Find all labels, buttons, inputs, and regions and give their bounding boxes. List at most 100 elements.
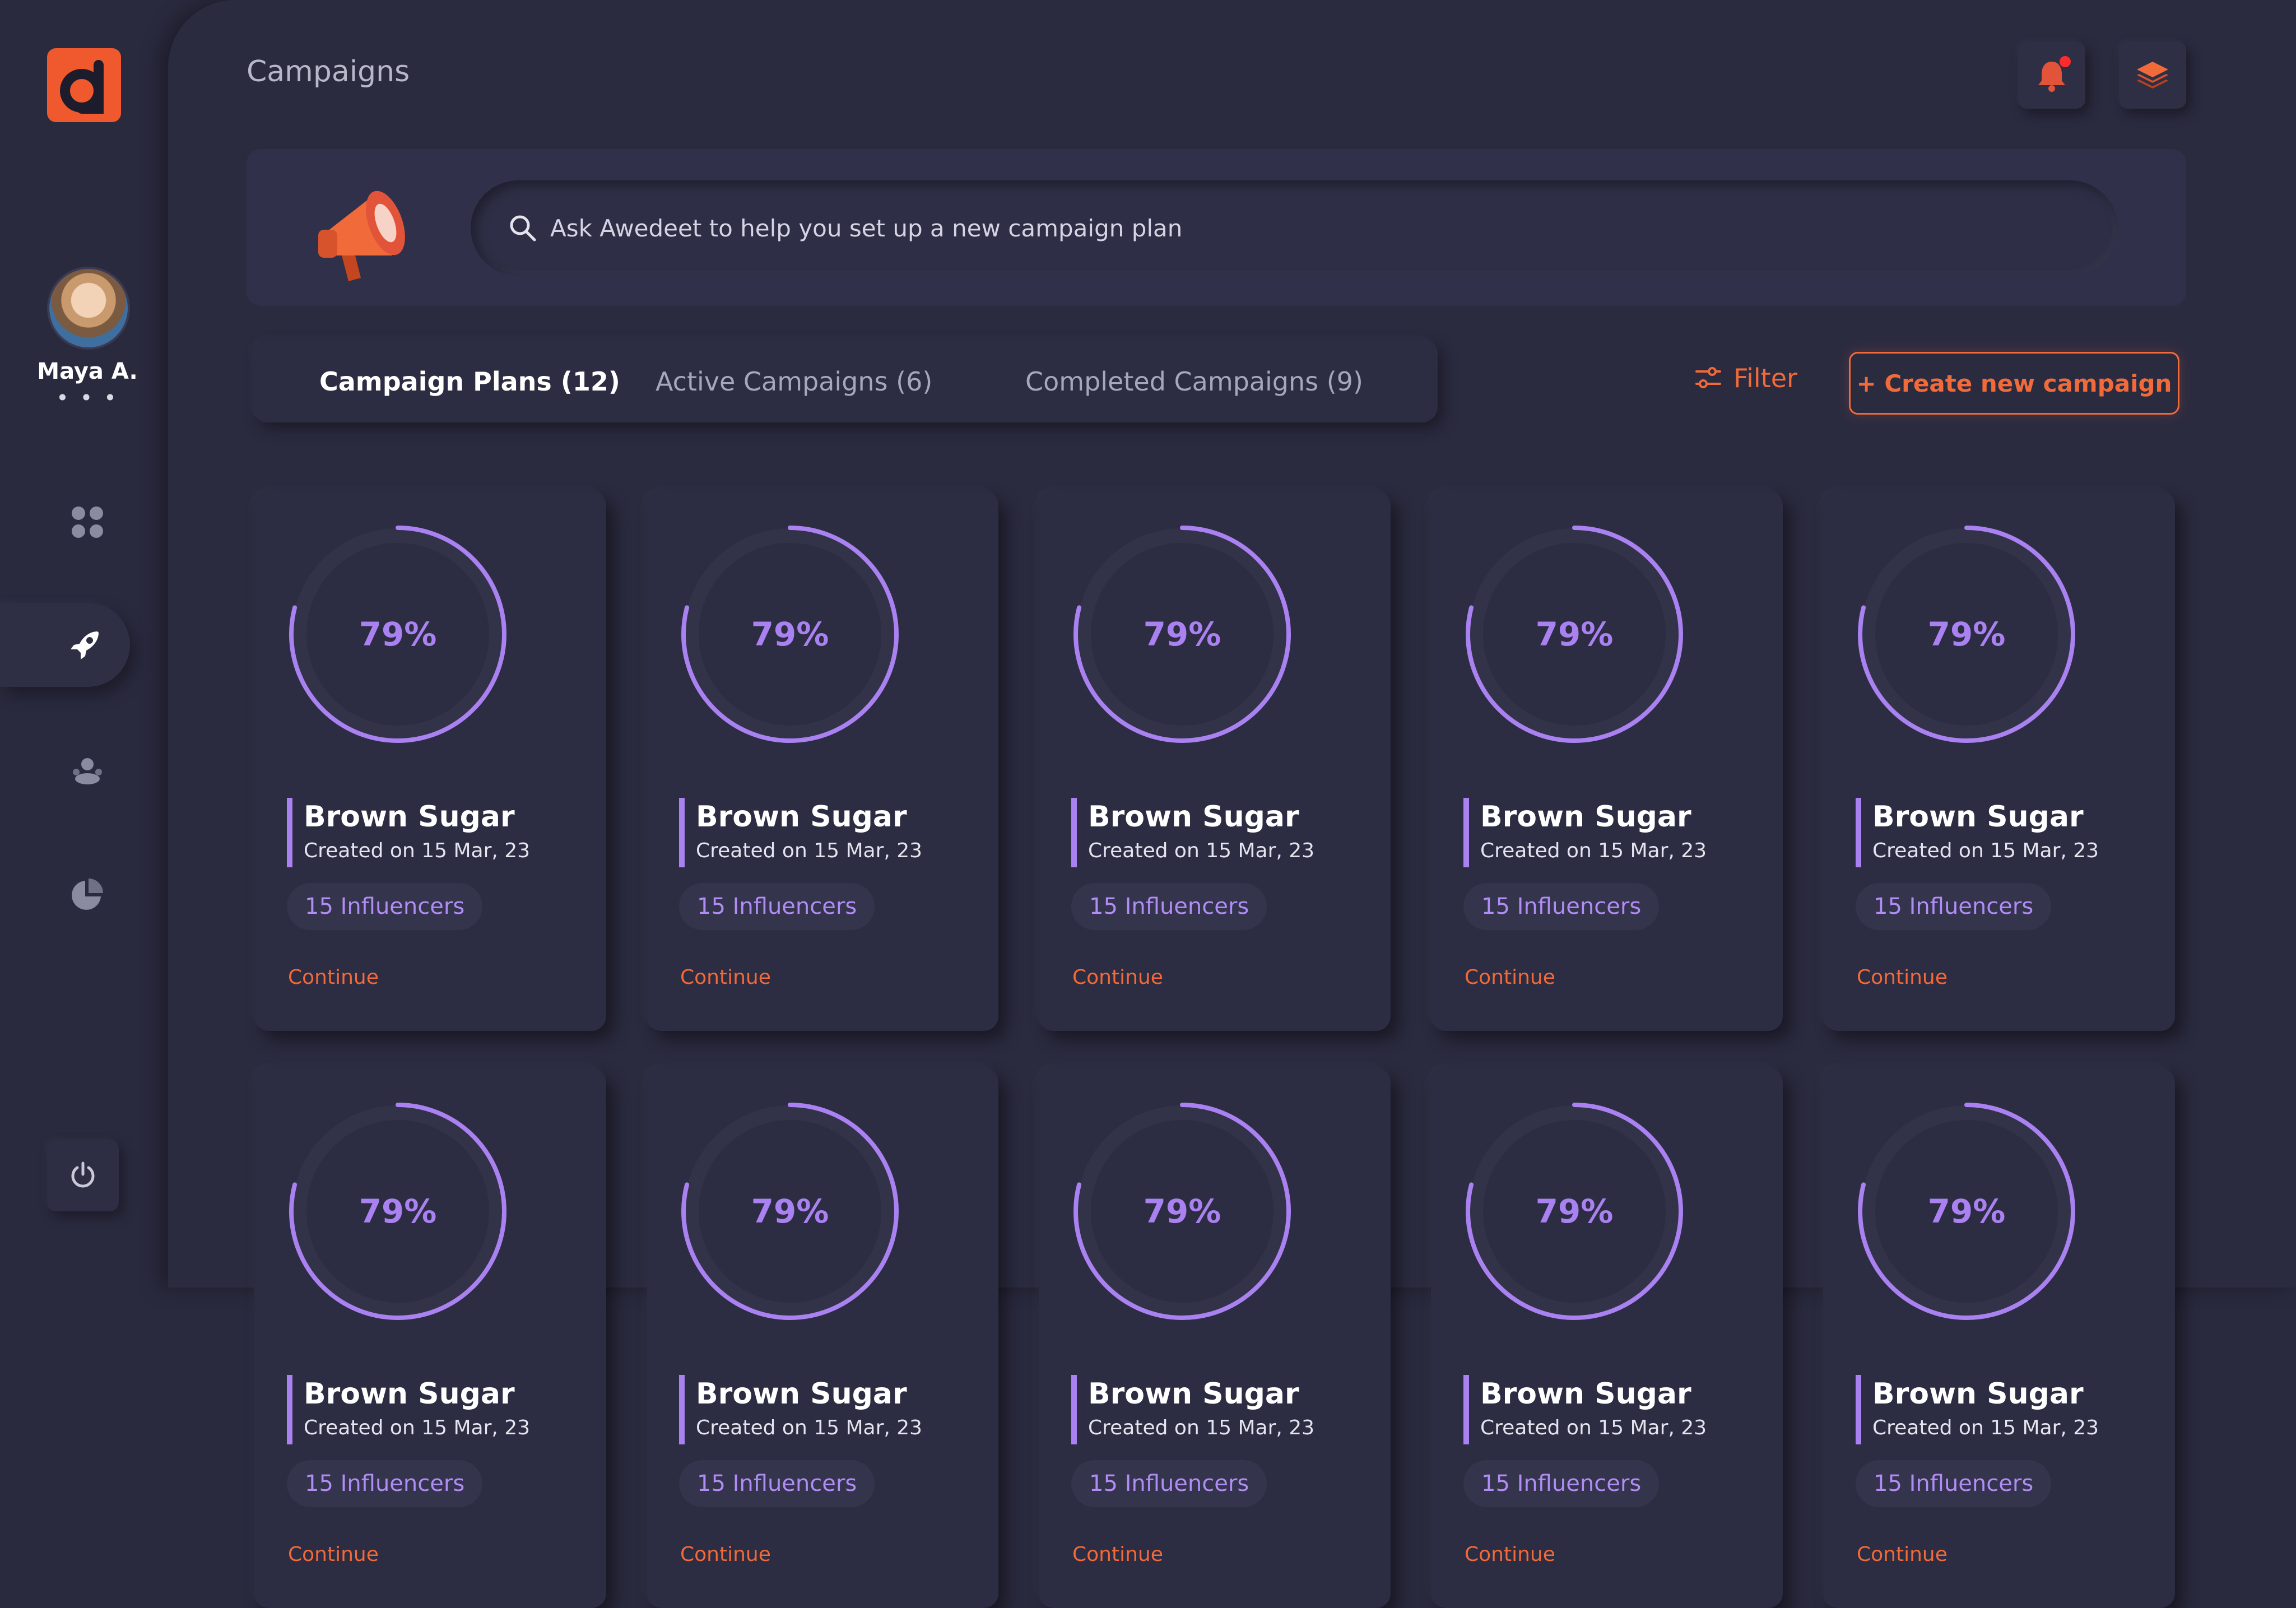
campaign-name: Brown Sugar — [304, 800, 515, 834]
campaign-created-date: Created on 15 Mar, 23 — [1088, 839, 1315, 862]
influencers-badge[interactable]: 15 Influencers — [1463, 883, 1660, 930]
campaign-created-date: Created on 15 Mar, 23 — [1480, 839, 1707, 862]
card-title-block: Brown Sugar Created on 15 Mar, 23 — [679, 798, 922, 867]
campaign-created-date: Created on 15 Mar, 23 — [696, 1416, 923, 1439]
nav-analytics[interactable] — [62, 868, 113, 920]
campaign-created-date: Created on 15 Mar, 23 — [696, 839, 923, 862]
pie-chart-icon — [72, 879, 103, 910]
continue-link[interactable]: Continue — [1072, 1543, 1163, 1566]
campaign-name: Brown Sugar — [696, 800, 907, 834]
campaign-name: Brown Sugar — [1088, 1377, 1299, 1411]
campaign-name: Brown Sugar — [1480, 1377, 1691, 1411]
influencers-badge[interactable]: 15 Influencers — [679, 883, 875, 930]
tab-campaign-plans[interactable]: Campaign Plans (12) — [319, 366, 620, 397]
tab-active-campaigns[interactable]: Active Campaigns (6) — [656, 366, 932, 397]
influencers-badge[interactable]: 15 Influencers — [1463, 1460, 1660, 1507]
search-input[interactable] — [549, 203, 2062, 253]
main-panel: Campaigns Campaign — [168, 0, 2296, 1608]
notifications-button[interactable] — [2018, 41, 2085, 109]
influencers-badge[interactable]: 15 Influencers — [1071, 1460, 1267, 1507]
continue-link[interactable]: Continue — [1857, 966, 1948, 989]
search-icon — [510, 215, 536, 241]
influencers-badge[interactable]: 15 Influencers — [1856, 883, 2052, 930]
card-title-block: Brown Sugar Created on 15 Mar, 23 — [287, 1375, 530, 1444]
campaign-name: Brown Sugar — [304, 1377, 515, 1411]
card-title-block: Brown Sugar Created on 15 Mar, 23 — [1071, 798, 1314, 867]
campaign-name: Brown Sugar — [1480, 800, 1691, 834]
filter-button[interactable]: Filter — [1695, 363, 1797, 393]
campaign-card[interactable]: 79% Brown Sugar Created on 15 Mar, 23 15… — [1039, 491, 1391, 1031]
continue-link[interactable]: Continue — [1072, 966, 1163, 989]
progress-label: 79% — [1535, 615, 1614, 653]
sidebar: Maya A. • • • — [0, 0, 168, 1288]
campaign-card[interactable]: 79% Brown Sugar Created on 15 Mar, 23 15… — [1823, 1068, 2175, 1608]
card-title-block: Brown Sugar Created on 15 Mar, 23 — [1071, 1375, 1314, 1444]
notification-dot — [2060, 56, 2071, 67]
user-more-button[interactable]: • • • — [0, 385, 175, 410]
assistant-search[interactable] — [471, 180, 2118, 276]
influencers-badge[interactable]: 15 Influencers — [1071, 883, 1267, 930]
campaign-tabs: Campaign Plans (12) Active Campaigns (6)… — [252, 338, 1438, 422]
campaign-name: Brown Sugar — [1872, 800, 2084, 834]
users-icon — [73, 758, 102, 784]
avatar[interactable] — [47, 267, 130, 350]
app-logo[interactable] — [47, 48, 121, 122]
card-title-block: Brown Sugar Created on 15 Mar, 23 — [1856, 798, 2099, 867]
nav-dashboard[interactable] — [62, 496, 113, 548]
progress-label: 79% — [1535, 1192, 1614, 1230]
campaign-card[interactable]: 79% Brown Sugar Created on 15 Mar, 23 15… — [1431, 1068, 1783, 1608]
influencers-badge[interactable]: 15 Influencers — [287, 1460, 483, 1507]
campaign-card[interactable]: 79% Brown Sugar Created on 15 Mar, 23 15… — [254, 491, 606, 1031]
progress-label: 79% — [1927, 615, 2006, 653]
card-title-block: Brown Sugar Created on 15 Mar, 23 — [1463, 1375, 1707, 1444]
rocket-icon — [71, 631, 99, 659]
progress-label: 79% — [751, 615, 829, 653]
campaign-created-date: Created on 15 Mar, 23 — [304, 839, 531, 862]
continue-link[interactable]: Continue — [1857, 1543, 1948, 1566]
campaign-name: Brown Sugar — [1088, 800, 1299, 834]
progress-label: 79% — [359, 615, 437, 653]
card-title-block: Brown Sugar Created on 15 Mar, 23 — [287, 798, 530, 867]
campaign-card[interactable]: 79% Brown Sugar Created on 15 Mar, 23 15… — [1823, 491, 2175, 1031]
continue-link[interactable]: Continue — [680, 966, 771, 989]
influencers-badge[interactable]: 15 Influencers — [287, 883, 483, 930]
card-title-block: Brown Sugar Created on 15 Mar, 23 — [679, 1375, 922, 1444]
campaign-name: Brown Sugar — [1872, 1377, 2084, 1411]
card-title-block: Brown Sugar Created on 15 Mar, 23 — [1463, 798, 1707, 867]
nav-influencers[interactable] — [62, 745, 113, 797]
filter-label: Filter — [1733, 363, 1797, 393]
power-icon — [71, 1161, 95, 1188]
campaign-card[interactable]: 79% Brown Sugar Created on 15 Mar, 23 15… — [647, 1068, 998, 1608]
campaign-card[interactable]: 79% Brown Sugar Created on 15 Mar, 23 15… — [1039, 1068, 1391, 1608]
layers-button[interactable] — [2119, 41, 2186, 109]
campaign-name: Brown Sugar — [696, 1377, 907, 1411]
campaign-created-date: Created on 15 Mar, 23 — [304, 1416, 531, 1439]
influencers-badge[interactable]: 15 Influencers — [679, 1460, 875, 1507]
continue-link[interactable]: Continue — [680, 1543, 771, 1566]
progress-label: 79% — [1143, 1192, 1221, 1230]
nav-campaigns[interactable] — [0, 603, 130, 687]
influencers-badge[interactable]: 15 Influencers — [1856, 1460, 2052, 1507]
user-name: Maya A. — [37, 359, 138, 384]
progress-label: 79% — [751, 1192, 829, 1230]
logo-icon — [60, 60, 104, 114]
continue-link[interactable]: Continue — [288, 966, 379, 989]
continue-link[interactable]: Continue — [1465, 966, 1555, 989]
megaphone-icon — [318, 190, 405, 281]
continue-link[interactable]: Continue — [288, 1543, 379, 1566]
tab-completed-campaigns[interactable]: Completed Campaigns (9) — [1025, 366, 1363, 397]
campaign-card[interactable]: 79% Brown Sugar Created on 15 Mar, 23 15… — [254, 1068, 606, 1608]
campaign-created-date: Created on 15 Mar, 23 — [1088, 1416, 1315, 1439]
logout-button[interactable] — [47, 1140, 119, 1211]
layers-icon — [2137, 62, 2168, 89]
continue-link[interactable]: Continue — [1465, 1543, 1555, 1566]
campaign-card[interactable]: 79% Brown Sugar Created on 15 Mar, 23 15… — [1431, 491, 1783, 1031]
page-title: Campaigns — [247, 55, 410, 89]
campaign-created-date: Created on 15 Mar, 23 — [1480, 1416, 1707, 1439]
card-title-block: Brown Sugar Created on 15 Mar, 23 — [1856, 1375, 2099, 1444]
progress-label: 79% — [1927, 1192, 2006, 1230]
campaign-created-date: Created on 15 Mar, 23 — [1872, 1416, 2099, 1439]
progress-label: 79% — [359, 1192, 437, 1230]
campaign-card[interactable]: 79% Brown Sugar Created on 15 Mar, 23 15… — [647, 491, 998, 1031]
create-campaign-button[interactable]: + Create new campaign — [1849, 352, 2179, 415]
